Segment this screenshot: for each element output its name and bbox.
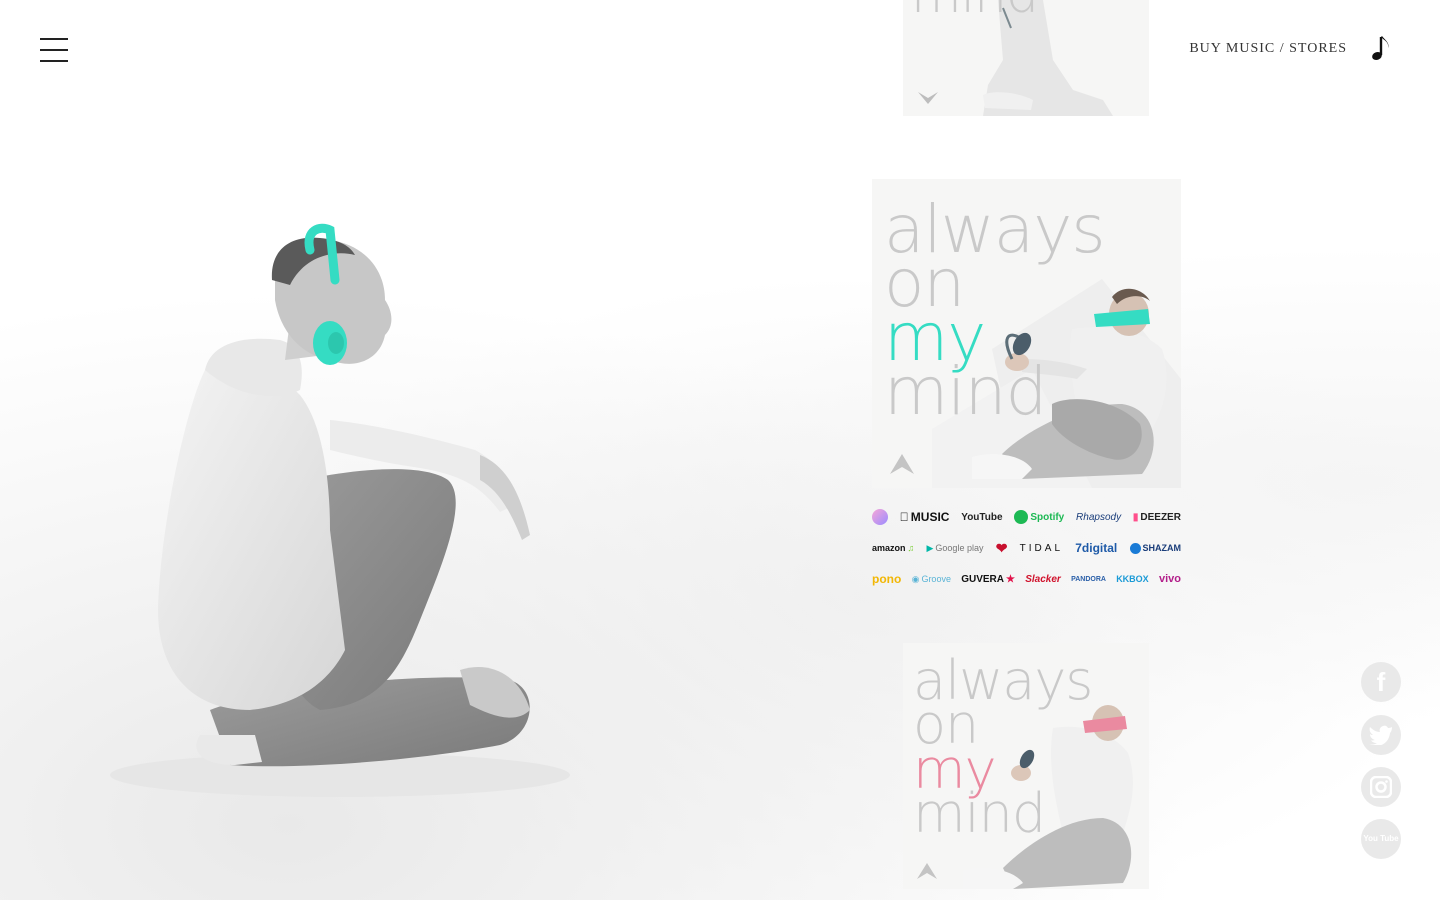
facebook-icon[interactable]: f [1361, 662, 1401, 702]
store-guvera[interactable]: GUVERA ★ [961, 574, 1015, 585]
store-groove[interactable]: ◉ Groove [912, 574, 951, 585]
instagram-icon[interactable] [1361, 767, 1401, 807]
store-pandora[interactable]: PANDORA [1071, 576, 1106, 583]
store-rhapsody[interactable]: Rhapsody [1076, 512, 1121, 523]
youtube-icon[interactable]: You Tube [1361, 819, 1401, 859]
store-itunes[interactable] [872, 509, 888, 525]
album-cover-main[interactable]: always on my mind [872, 179, 1181, 488]
twitter-bird-icon [1369, 725, 1392, 745]
menu-button[interactable] [40, 38, 68, 62]
store-shazam[interactable]: SHAZAM [1129, 542, 1181, 554]
music-note-icon[interactable] [1370, 33, 1394, 63]
store-spotify[interactable]: Spotify [1014, 510, 1064, 524]
store-amazon[interactable]: amazon ♫ [872, 543, 914, 553]
buy-music-link[interactable]: BUY MUSIC / STORES [1189, 41, 1347, 57]
store-slacker[interactable]: Slacker [1025, 574, 1061, 585]
store-apple-music[interactable]: MUSIC [900, 510, 950, 524]
store-iheart[interactable]: ❤ [996, 540, 1008, 557]
store-logos: MUSIC YouTube Spotify Rhapsody ▮DEEZER … [872, 506, 1181, 599]
store-deezer[interactable]: ▮ DEEZER [1133, 512, 1181, 523]
album-title-mind-bottom: mind [913, 781, 1046, 845]
album-cover-top[interactable]: mind [903, 0, 1149, 116]
store-pono[interactable]: pono [872, 572, 901, 586]
camera-icon [1370, 776, 1392, 798]
hero-photo [110, 223, 570, 797]
store-youtube[interactable]: YouTube [961, 512, 1002, 523]
store-kkbox[interactable]: KKBOX [1116, 574, 1149, 584]
album-cover-bottom[interactable]: always on my mind [903, 643, 1149, 889]
store-tidal[interactable]: TIDAL [1020, 543, 1063, 554]
album-title-mind: mind [884, 353, 1047, 431]
store-google-play[interactable]: ▶ Google play [927, 543, 984, 554]
store-7digital[interactable]: 7digital [1075, 541, 1117, 555]
twitter-icon[interactable] [1361, 715, 1401, 755]
album-title-mind-top: mind [911, 0, 1039, 21]
store-vivo[interactable]: vivo [1159, 573, 1181, 585]
